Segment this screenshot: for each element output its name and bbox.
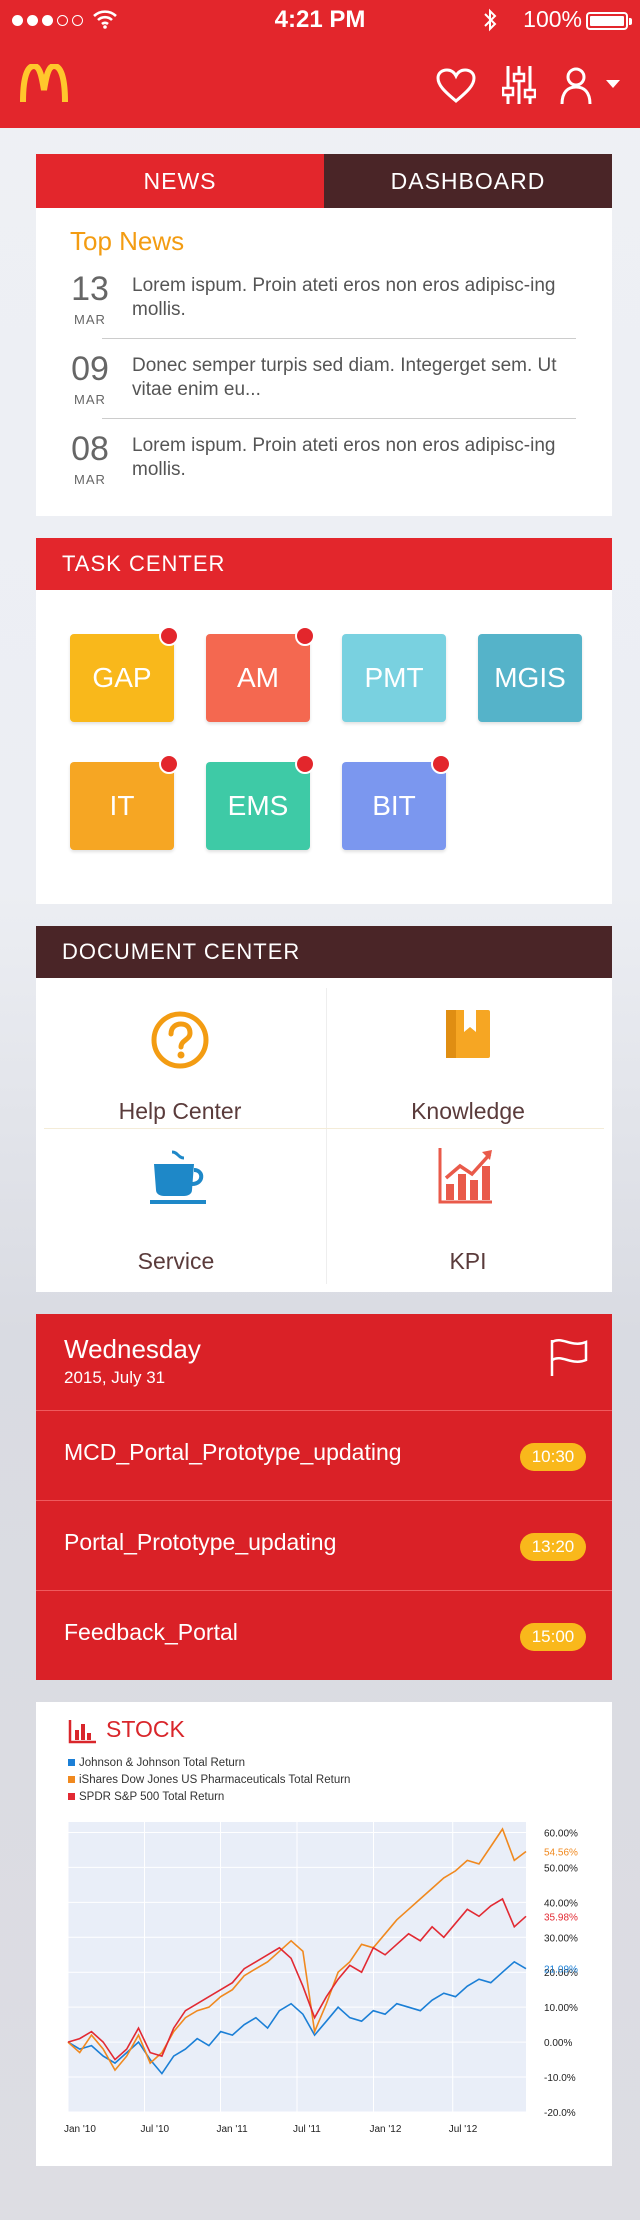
news-item[interactable]: 08 MAR Lorem ispum. Proin ateti eros non… <box>66 426 576 506</box>
news-month: MAR <box>74 472 106 487</box>
heart-icon[interactable] <box>436 68 476 104</box>
task-label: AM <box>237 662 279 693</box>
doc-label: KPI <box>449 1248 487 1274</box>
schedule-card: Wednesday 2015, July 31 MCD_Portal_Proto… <box>36 1314 612 1680</box>
divider <box>102 418 576 419</box>
news-month: MAR <box>74 392 106 407</box>
tab-dashboard[interactable]: DASHBOARD <box>324 154 612 208</box>
doc-label: Knowledge <box>411 1098 525 1124</box>
news-day: 08 <box>71 430 109 468</box>
tab-news[interactable]: NEWS <box>36 154 324 208</box>
y-tick-label: -10.0% <box>544 2073 576 2084</box>
battery-percent: 100% <box>523 6 582 32</box>
flag-icon[interactable] <box>548 1336 590 1378</box>
task-center-title: TASK CENTER <box>36 538 612 590</box>
notification-badge <box>159 754 179 774</box>
kpi-chart-icon <box>438 1148 492 1204</box>
task-label: IT <box>109 790 135 821</box>
x-tick-label: Jan '10 <box>64 2124 96 2135</box>
status-bar: 4:21 PM 100% <box>0 0 640 40</box>
task-tile-ems[interactable]: EMS <box>206 754 315 850</box>
y-tick-label: 50.00% <box>544 1863 578 1874</box>
series-end-label: 21.09% <box>544 1965 578 1976</box>
x-tick-label: Jul '10 <box>140 2124 169 2135</box>
news-day: 13 <box>71 270 109 308</box>
y-tick-label: 60.00% <box>544 1828 578 1839</box>
task-tile-bit[interactable]: BIT <box>342 754 451 850</box>
coffee-cup-icon <box>150 1150 206 1204</box>
news-tabbar: NEWS DASHBOARD <box>36 154 612 208</box>
news-card: NEWS DASHBOARD Top News 13 MAR Lorem isp… <box>36 154 612 516</box>
doc-service[interactable]: Service <box>36 1134 324 1284</box>
x-tick-label: Jul '12 <box>449 2124 478 2135</box>
battery-icon <box>586 12 632 30</box>
news-text: Donec semper turpis sed diam. Integerget… <box>132 355 557 400</box>
task-tile-mgis[interactable]: MGIS <box>478 634 582 722</box>
news-item[interactable]: 09 MAR Donec semper turpis sed diam. Int… <box>66 346 576 426</box>
schedule-item-title: Feedback_Portal <box>64 1619 238 1645</box>
x-tick-label: Jan '12 <box>369 2124 401 2135</box>
mcdonalds-logo[interactable] <box>20 64 68 104</box>
schedule-time-badge: 15:00 <box>520 1623 586 1651</box>
schedule-item[interactable]: MCD_Portal_Prototype_updating 10:30 <box>36 1410 612 1501</box>
series-end-label: 35.98% <box>544 1912 578 1923</box>
schedule-item-title: Portal_Prototype_updating <box>64 1529 337 1555</box>
news-day: 09 <box>71 350 109 388</box>
task-label: PMT <box>364 662 424 693</box>
task-label: BIT <box>372 790 416 821</box>
document-center-title: DOCUMENT CENTER <box>36 926 612 978</box>
news-text: Lorem ispum. Proin ateti eros non eros a… <box>132 275 556 320</box>
task-tile-it[interactable]: IT <box>70 754 179 850</box>
news-month: MAR <box>74 312 106 327</box>
document-center-card: DOCUMENT CENTER Help Center Knowledge Se… <box>36 926 612 1292</box>
task-tile-gap[interactable]: GAP <box>70 626 179 722</box>
task-label: EMS <box>227 790 289 821</box>
schedule-time-badge: 13:20 <box>520 1533 586 1561</box>
sliders-icon[interactable] <box>502 64 536 106</box>
x-tick-label: Jan '11 <box>217 2124 249 2135</box>
stock-chart: 60.00%50.00%40.00%30.00%20.00%10.00%0.00… <box>64 1822 578 2135</box>
notification-badge <box>159 626 179 646</box>
y-tick-label: 0.00% <box>544 2038 572 2049</box>
divider <box>102 338 576 339</box>
doc-help-center[interactable]: Help Center <box>36 988 324 1138</box>
doc-label: Service <box>137 1248 215 1274</box>
y-tick-label: 40.00% <box>544 1898 578 1909</box>
book-icon <box>446 1010 490 1058</box>
bluetooth-icon <box>484 8 497 32</box>
notification-badge <box>295 626 315 646</box>
doc-kpi[interactable]: KPI <box>324 1134 612 1284</box>
task-center-card: TASK CENTER GAP AM PMT MGIS IT EMS BIT <box>36 538 612 904</box>
task-tile-pmt[interactable]: PMT <box>342 634 446 722</box>
doc-label: Help Center <box>118 1098 242 1124</box>
news-item[interactable]: 13 MAR Lorem ispum. Proin ateti eros non… <box>66 266 576 346</box>
schedule-item[interactable]: Portal_Prototype_updating 13:20 <box>36 1500 612 1591</box>
x-tick-label: Jul '11 <box>293 2124 321 2135</box>
y-tick-label: -20.0% <box>544 2108 576 2119</box>
news-text: Lorem ispum. Proin ateti eros non eros a… <box>132 435 556 480</box>
schedule-item-title: MCD_Portal_Prototype_updating <box>64 1439 402 1465</box>
series-end-label: 54.56% <box>544 1847 578 1858</box>
y-tick-label: 30.00% <box>544 1933 578 1944</box>
doc-knowledge[interactable]: Knowledge <box>324 988 612 1138</box>
schedule-time-badge: 10:30 <box>520 1443 586 1471</box>
task-tile-am[interactable]: AM <box>206 626 315 722</box>
task-label: GAP <box>92 662 152 693</box>
schedule-item[interactable]: Feedback_Portal 15:00 <box>36 1590 612 1681</box>
y-tick-label: 10.00% <box>544 2003 578 2014</box>
notification-badge <box>431 754 451 774</box>
notification-badge <box>295 754 315 774</box>
help-icon <box>151 1011 209 1069</box>
top-news-title: Top News <box>70 226 185 256</box>
user-menu-button[interactable] <box>560 66 624 106</box>
schedule-date: 2015, July 31 <box>64 1368 166 1387</box>
task-label: MGIS <box>494 662 566 693</box>
stock-card: STOCK Johnson & Johnson Total Return iSh… <box>36 1702 612 2166</box>
app-header: 4:21 PM 100% <box>0 0 640 128</box>
schedule-weekday: Wednesday <box>64 1334 201 1364</box>
